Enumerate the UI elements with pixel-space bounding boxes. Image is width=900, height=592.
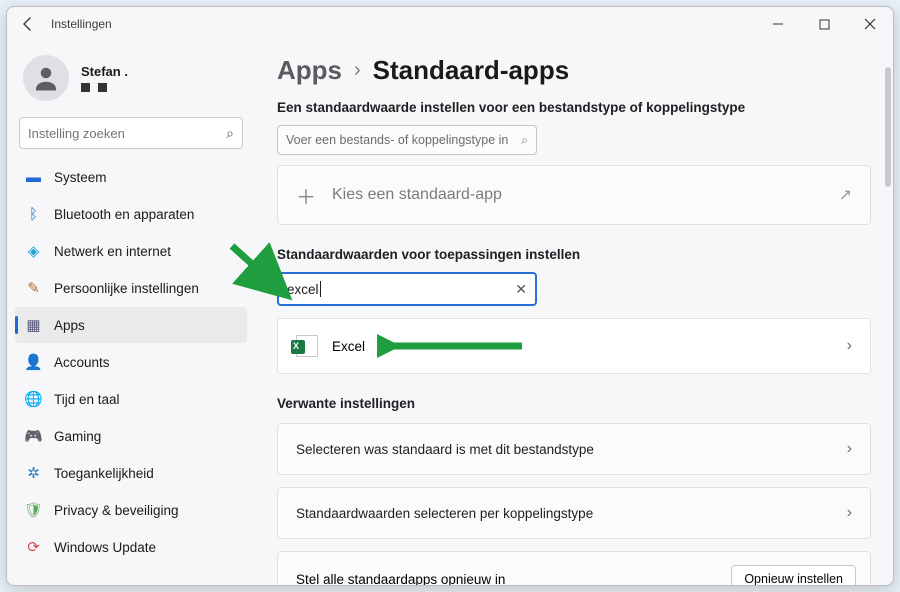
- sidebar-item-accounts[interactable]: 👤 Accounts: [15, 344, 247, 380]
- search-input[interactable]: [28, 126, 208, 141]
- filetype-heading: Een standaardwaarde instellen voor een b…: [277, 100, 871, 115]
- close-button[interactable]: [847, 7, 893, 41]
- reset-defaults-panel: Stel alle standaardapps opnieuw in Opnie…: [277, 551, 871, 585]
- body: Stefan . ⌕ ▬ Systeem ᛒ Bluetooth en appara…: [7, 41, 893, 585]
- reset-button[interactable]: Opnieuw instellen: [731, 565, 856, 585]
- breadcrumb-parent[interactable]: Apps: [277, 55, 342, 86]
- open-external-icon: ↗: [839, 185, 852, 205]
- brush-icon: ✎: [25, 280, 42, 297]
- accessibility-icon: ✲: [25, 465, 42, 482]
- accounts-icon: 👤: [25, 354, 42, 371]
- globe-icon: 🌐: [25, 391, 42, 408]
- settings-search[interactable]: ⌕: [19, 117, 243, 149]
- titlebar: Instellingen: [7, 7, 893, 41]
- sidebar-label: Netwerk en internet: [54, 244, 171, 259]
- profile-text: Stefan .: [81, 64, 128, 92]
- maximize-button[interactable]: [801, 7, 847, 41]
- app-result-name: Excel: [332, 339, 365, 354]
- minimize-button[interactable]: [755, 7, 801, 41]
- clear-icon[interactable]: ✕: [515, 281, 527, 298]
- wifi-icon: ◈: [25, 243, 42, 260]
- related-heading: Verwante instellingen: [277, 396, 871, 411]
- sidebar-label: Privacy & beveiliging: [54, 503, 179, 518]
- related-link-label: Standaardwaarden selecteren per koppelin…: [296, 506, 593, 521]
- sidebar-item-accessibility[interactable]: ✲ Toegankelijkheid: [15, 455, 247, 491]
- sidebar-label: Accounts: [54, 355, 110, 370]
- sidebar-item-system[interactable]: ▬ Systeem: [15, 159, 247, 195]
- sidebar-label: Windows Update: [54, 540, 156, 555]
- app-search-value: excel: [287, 282, 319, 297]
- sidebar-item-bluetooth[interactable]: ᛒ Bluetooth en apparaten: [15, 196, 247, 232]
- reset-label: Stel alle standaardapps opnieuw in: [296, 572, 505, 586]
- app-result-excel[interactable]: Excel ›: [277, 318, 871, 374]
- sidebar-label: Bluetooth en apparaten: [54, 207, 194, 222]
- profile-block[interactable]: Stefan .: [13, 47, 249, 115]
- update-icon: ⟳: [25, 539, 42, 556]
- chevron-right-icon: ›: [847, 337, 852, 355]
- filetype-input-placeholder: Voer een bestands- of koppelingstype in: [286, 133, 508, 147]
- search-icon: ⌕: [226, 125, 234, 142]
- chevron-right-icon: ›: [847, 440, 852, 458]
- sidebar-label: Persoonlijke instellingen: [54, 281, 199, 296]
- sidebar-item-update[interactable]: ⟳ Windows Update: [15, 529, 247, 565]
- sidebar-nav: ▬ Systeem ᛒ Bluetooth en apparaten ◈ Netwer…: [13, 159, 249, 565]
- related-link-protocol[interactable]: Standaardwaarden selecteren per koppelin…: [277, 487, 871, 539]
- page-title: Standaard-apps: [373, 55, 570, 86]
- related-link-label: Selecteren was standaard is met dit best…: [296, 442, 594, 457]
- profile-email-masked: [81, 83, 128, 92]
- back-button[interactable]: [11, 7, 45, 41]
- choose-app-label: Kies een standaard-app: [332, 186, 502, 204]
- plus-icon: ＋: [296, 181, 316, 210]
- sidebar-label: Systeem: [54, 170, 107, 185]
- text-cursor: [320, 281, 321, 297]
- sidebar-item-network[interactable]: ◈ Netwerk en internet: [15, 233, 247, 269]
- sidebar-label: Apps: [54, 318, 85, 333]
- system-icon: ▬: [25, 169, 42, 186]
- breadcrumb: Apps › Standaard-apps: [277, 55, 871, 86]
- avatar: [23, 55, 69, 101]
- related-link-filetype[interactable]: Selecteren was standaard is met dit best…: [277, 423, 871, 475]
- sidebar-item-time[interactable]: 🌐 Tijd en taal: [15, 381, 247, 417]
- chevron-right-icon: ›: [847, 504, 852, 522]
- sidebar-item-gaming[interactable]: 🎮 Gaming: [15, 418, 247, 454]
- gaming-icon: 🎮: [25, 428, 42, 445]
- choose-default-app-panel[interactable]: ＋ Kies een standaard-app ↗: [277, 165, 871, 225]
- chevron-right-icon: ›: [354, 59, 361, 82]
- bluetooth-icon: ᛒ: [25, 206, 42, 223]
- profile-name: Stefan .: [81, 64, 128, 79]
- apps-icon: ▦: [25, 317, 42, 334]
- sidebar-label: Gaming: [54, 429, 101, 444]
- search-icon: ⌕: [521, 133, 528, 148]
- window-title: Instellingen: [51, 17, 112, 31]
- shield-icon: 🛡: [25, 502, 42, 519]
- sidebar-label: Tijd en taal: [54, 392, 120, 407]
- sidebar-item-personalization[interactable]: ✎ Persoonlijke instellingen: [15, 270, 247, 306]
- filetype-input[interactable]: Voer een bestands- of koppelingstype in …: [277, 125, 537, 155]
- scrollbar[interactable]: [885, 67, 891, 187]
- appdefaults-heading: Standaardwaarden voor toepassingen inste…: [277, 247, 871, 262]
- main-content: Apps › Standaard-apps Een standaardwaard…: [255, 41, 893, 585]
- sidebar: Stefan . ⌕ ▬ Systeem ᛒ Bluetooth en appara…: [7, 41, 255, 585]
- window-controls: [755, 7, 893, 41]
- settings-window: Instellingen Stefan . ⌕: [6, 6, 894, 586]
- excel-icon: [296, 335, 318, 357]
- sidebar-item-apps[interactable]: ▦ Apps: [15, 307, 247, 343]
- sidebar-item-privacy[interactable]: 🛡 Privacy & beveiliging: [15, 492, 247, 528]
- sidebar-label: Toegankelijkheid: [54, 466, 154, 481]
- app-search-input[interactable]: excel ✕: [277, 272, 537, 306]
